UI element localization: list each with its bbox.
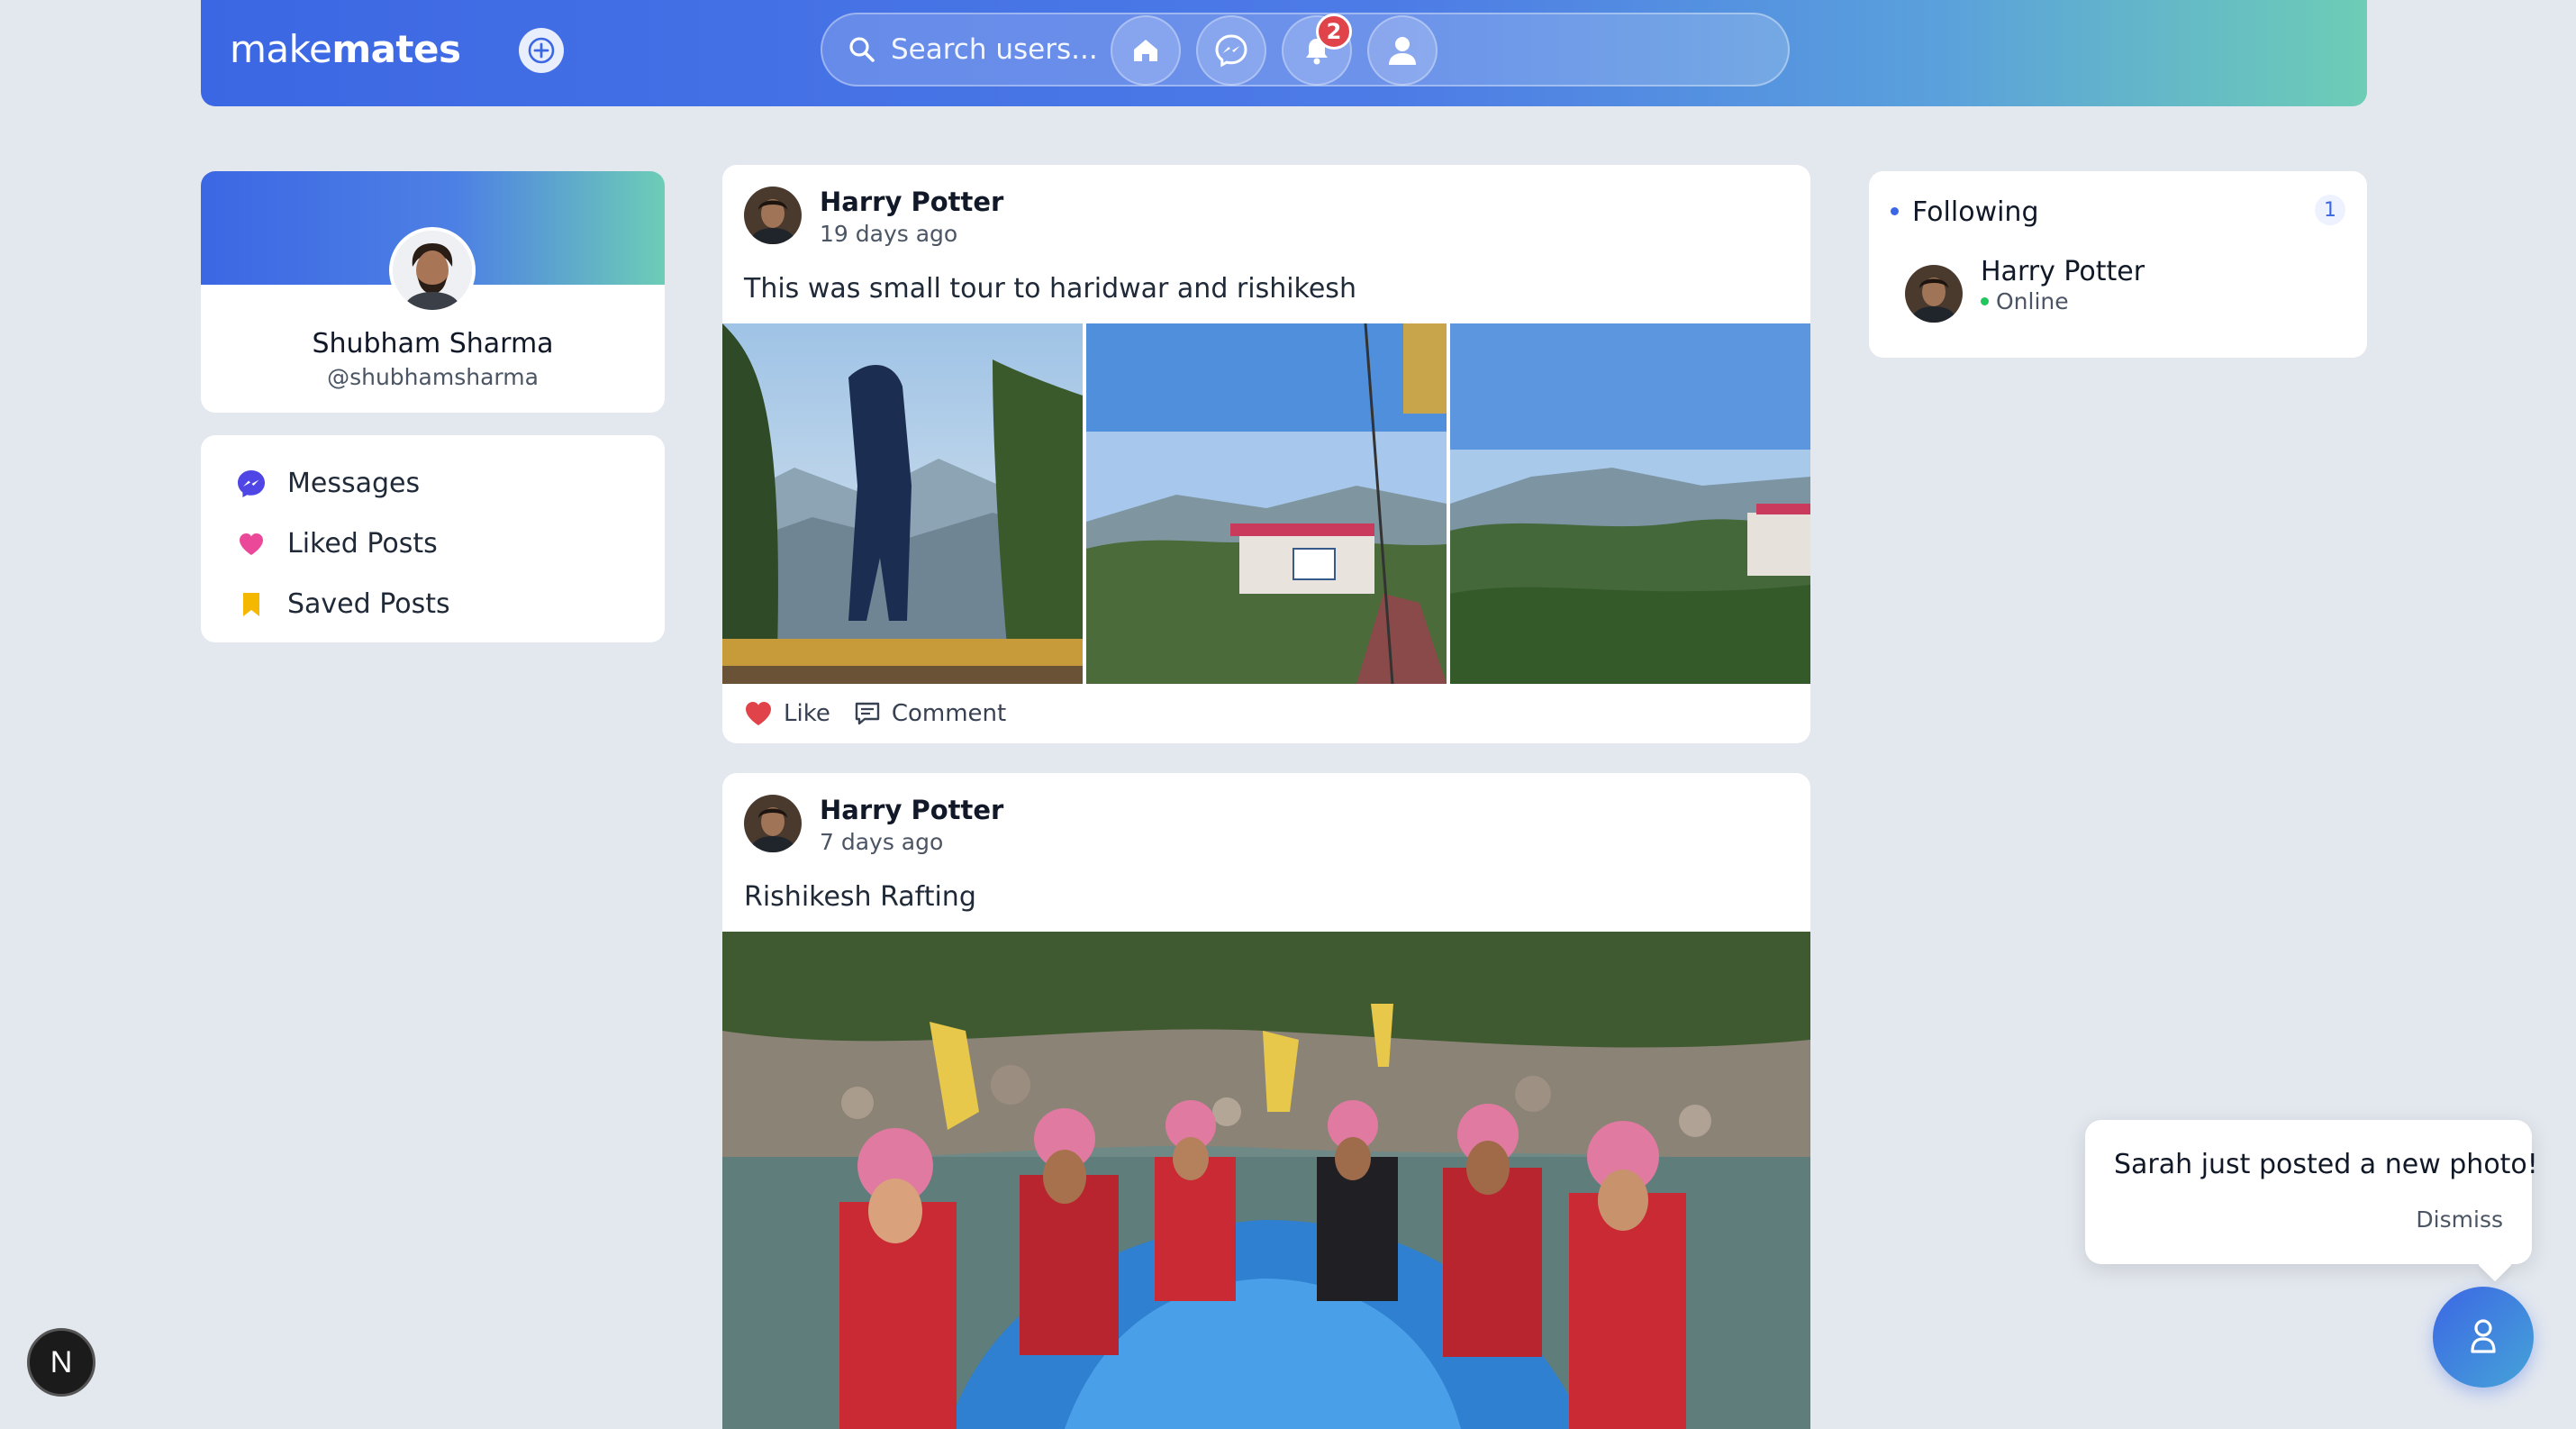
heart-icon (235, 528, 268, 560)
profile-name: Shubham Sharma (312, 328, 554, 360)
post-text: Rishikesh Rafting (744, 881, 976, 913)
comment-label: Comment (891, 700, 1007, 727)
comment-button[interactable]: Comment (854, 700, 1006, 727)
toast-pointer (2478, 1248, 2512, 1282)
post-header: Harry Potter 19 days ago (722, 165, 1810, 273)
sidebar-item-saved-posts[interactable]: Saved Posts (201, 574, 665, 634)
following-title: Following (1912, 196, 2039, 228)
post-author[interactable]: Harry Potter (820, 187, 1003, 217)
following-user-name: Harry Potter (1981, 256, 2145, 287)
post-time: 19 days ago (820, 221, 958, 247)
post-author[interactable]: Harry Potter (820, 795, 1003, 825)
messages-button[interactable] (1196, 15, 1266, 86)
person-icon (2471, 1319, 2496, 1353)
avatar-photo (744, 795, 802, 852)
sidebar-item-label: Saved Posts (287, 588, 450, 620)
following-user-avatar (1905, 265, 1963, 323)
post-actions: Like Comment (722, 684, 1810, 743)
app-logo[interactable]: makemates (230, 27, 461, 71)
top-navbar: makemates 2 (201, 0, 2367, 106)
heart-icon (744, 700, 773, 727)
notifications-button[interactable]: 2 (1282, 14, 1352, 86)
post-text: This was small tour to haridwar and rish… (744, 273, 1356, 305)
comment-icon (854, 701, 881, 726)
dismiss-button[interactable]: Dismiss (2416, 1206, 2503, 1233)
search-icon (849, 37, 875, 62)
following-user-status: Online (1981, 288, 2069, 314)
sidebar-item-label: Liked Posts (287, 528, 438, 560)
post-header: Harry Potter 7 days ago (722, 773, 1810, 881)
toast-message: Sarah just posted a new photo! (2114, 1149, 2538, 1180)
author-avatar[interactable] (744, 795, 802, 852)
sidebar-item-label: Messages (287, 468, 421, 499)
profile-button[interactable] (1367, 15, 1438, 86)
post-image[interactable] (722, 932, 1810, 1429)
home-icon (1134, 40, 1157, 61)
author-avatar[interactable] (744, 187, 802, 244)
post-card: Harry Potter 19 days ago This was small … (722, 165, 1810, 743)
plus-icon (528, 37, 555, 64)
post-time: 7 days ago (820, 829, 944, 855)
bookmark-icon (235, 588, 268, 621)
online-indicator (1981, 297, 1989, 305)
sidebar-item-liked-posts[interactable]: Liked Posts (201, 514, 665, 574)
post-card: Harry Potter 7 days ago Rishikesh Raftin… (722, 773, 1810, 1429)
sidebar-item-messages[interactable]: Messages (201, 453, 665, 514)
post-image[interactable] (1450, 323, 1810, 684)
messenger-icon (1215, 34, 1247, 68)
like-button[interactable]: Like (744, 700, 830, 727)
post-image[interactable] (722, 323, 1083, 684)
create-post-button[interactable] (519, 28, 564, 73)
following-count-badge: 1 (2315, 195, 2345, 225)
accent-dot (1891, 207, 1899, 215)
messenger-icon (235, 468, 268, 500)
avatar-photo (744, 187, 802, 244)
status-label: Online (1996, 288, 2069, 314)
assistant-button[interactable] (2433, 1287, 2534, 1388)
like-label: Like (784, 700, 830, 727)
profile-card[interactable]: Shubham Sharma @shubhamsharma (201, 171, 665, 413)
notification-count-badge: 2 (1316, 14, 1352, 50)
post-image[interactable] (1086, 323, 1447, 684)
post-gallery (722, 323, 1810, 684)
dev-tools-button[interactable]: N (27, 1328, 95, 1397)
sidebar-menu: Messages Liked Posts Saved Posts (201, 435, 665, 642)
profile-avatar[interactable] (389, 227, 476, 314)
avatar-photo (393, 231, 472, 310)
notification-toast: Sarah just posted a new photo! Dismiss (2085, 1120, 2538, 1282)
user-icon (1389, 37, 1416, 65)
home-button[interactable] (1111, 15, 1181, 86)
profile-handle: @shubhamsharma (327, 364, 539, 390)
following-panel: Following 1 Harry Potter Online (1869, 171, 2367, 358)
